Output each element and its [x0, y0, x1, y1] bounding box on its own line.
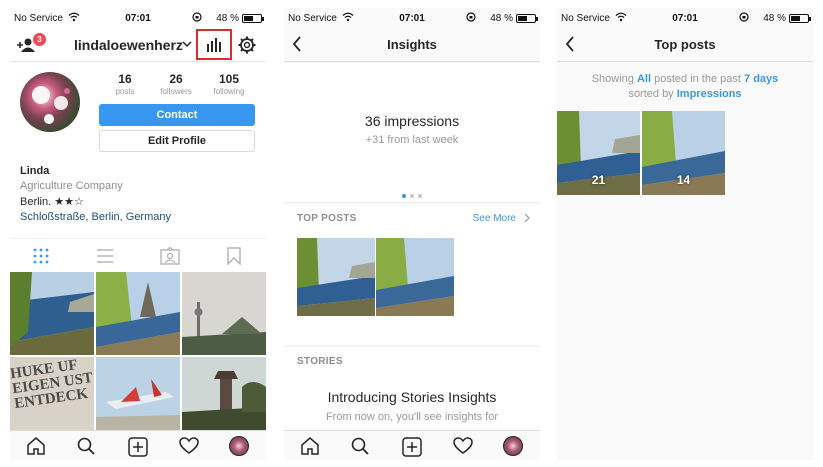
- profile-tab-avatar[interactable]: [229, 436, 249, 456]
- grid-post-4[interactable]: HUKE UF EIGEN UST ENTDECK: [10, 357, 94, 440]
- search-icon[interactable]: [351, 437, 369, 455]
- top-posts-section: TOP POSTS See More: [284, 204, 540, 346]
- battery-icon: [789, 14, 811, 23]
- period-link[interactable]: 7 days: [744, 73, 778, 85]
- heart-icon[interactable]: [453, 437, 473, 455]
- following-stat[interactable]: 105 following: [202, 72, 256, 96]
- filter-type-link[interactable]: All: [637, 73, 651, 85]
- bio-text: Berlin. ★★☆: [20, 196, 84, 208]
- following-count: 105: [218, 72, 240, 86]
- impressions-card[interactable]: 36 impressions +31 from last week: [284, 63, 540, 203]
- post-impressions-count: 14: [676, 173, 691, 187]
- chevron-right-icon[interactable]: [524, 213, 530, 223]
- battery-icon: [516, 14, 538, 23]
- posts-count: 16: [118, 72, 132, 86]
- top-posts-header: Top posts: [557, 28, 813, 62]
- tagged-icon[interactable]: [160, 247, 180, 265]
- grid-post-5[interactable]: [96, 357, 180, 440]
- heart-icon[interactable]: [179, 437, 199, 455]
- profile-avatar[interactable]: [20, 72, 80, 132]
- profile-tab-avatar[interactable]: [503, 436, 523, 456]
- profile-view-tabs: [10, 238, 266, 272]
- lock-rotation-icon: [466, 12, 476, 22]
- page-title: Insights: [387, 37, 437, 52]
- following-label: following: [213, 87, 245, 96]
- status-bar: No Service 07:01 48 %: [557, 8, 813, 28]
- bottom-nav: [10, 430, 266, 460]
- lock-rotation-icon: [192, 12, 202, 22]
- showing-prefix: Showing: [591, 73, 634, 85]
- posts-stat[interactable]: 16 posts: [98, 72, 152, 96]
- grid-post-1[interactable]: [10, 272, 94, 355]
- page-title: Top posts: [654, 37, 716, 52]
- followers-label: followers: [160, 87, 192, 96]
- home-icon[interactable]: [300, 437, 320, 455]
- search-icon[interactable]: [77, 437, 95, 455]
- battery-icon: [242, 14, 264, 23]
- followers-stat[interactable]: 26 followers: [149, 72, 203, 96]
- sorted-by-text: sorted by: [628, 88, 674, 100]
- impressions-value: 36 impressions: [364, 113, 460, 129]
- contact-button[interactable]: Contact: [99, 104, 255, 126]
- profile-screen: No Service 07:01 48 % 3 lindaloewenherz …: [10, 8, 266, 460]
- top-posts-heading: TOP POSTS: [297, 213, 357, 224]
- edit-profile-button[interactable]: Edit Profile: [99, 130, 255, 152]
- top-post-thumb-1[interactable]: [297, 238, 375, 316]
- bio-category: Agriculture Company: [20, 180, 123, 192]
- insights-screen: No Service 07:01 48 % Insights 36 impres…: [284, 8, 540, 460]
- bio-location-link[interactable]: Schloßstraße, Berlin, Germany: [20, 211, 171, 223]
- posts-label: posts: [115, 87, 135, 96]
- insights-button[interactable]: [196, 29, 232, 60]
- stories-body: From now on, you'll see insights for: [325, 411, 499, 423]
- stories-title: Introducing Stories Insights: [327, 389, 497, 405]
- bio-name: Linda: [20, 165, 50, 177]
- top-post-2[interactable]: 14: [642, 111, 725, 195]
- status-bar: No Service 07:01 48 %: [284, 8, 540, 28]
- filter-summary: Showing All posted in the past 7 days so…: [557, 72, 813, 102]
- friend-request-badge: 3: [33, 33, 46, 46]
- impressions-change: +31 from last week: [365, 134, 459, 146]
- followers-count: 26: [169, 72, 183, 86]
- battery-percent: 48 %: [763, 13, 786, 24]
- grid-icon[interactable]: [32, 247, 52, 265]
- profile-header: 3 lindaloewenherz: [10, 28, 266, 62]
- list-icon[interactable]: [96, 247, 116, 265]
- top-posts-screen: No Service 07:01 48 % Top posts Showing …: [557, 8, 813, 460]
- add-post-icon[interactable]: [402, 437, 422, 457]
- carousel-dots[interactable]: [284, 185, 540, 203]
- battery-percent: 48 %: [216, 13, 239, 24]
- top-post-1[interactable]: 21: [557, 111, 640, 195]
- insights-header: Insights: [284, 28, 540, 62]
- profile-username[interactable]: lindaloewenherz: [74, 37, 183, 53]
- battery-percent: 48 %: [490, 13, 513, 24]
- grid-post-6[interactable]: [182, 357, 266, 440]
- sort-field-link[interactable]: Impressions: [677, 88, 742, 100]
- bottom-nav: [284, 430, 540, 460]
- post-impressions-count: 21: [591, 173, 606, 187]
- gear-icon[interactable]: [238, 36, 256, 54]
- grid-post-3[interactable]: [182, 272, 266, 355]
- posts-grid: HUKE UF EIGEN UST ENTDECK: [10, 272, 266, 437]
- home-icon[interactable]: [26, 437, 46, 455]
- posted-in-text: posted in the past: [654, 73, 741, 85]
- add-post-icon[interactable]: [128, 437, 148, 457]
- lock-rotation-icon: [739, 12, 749, 22]
- top-post-thumb-2[interactable]: [376, 238, 454, 316]
- bookmark-icon[interactable]: [226, 247, 246, 265]
- grid-post-2[interactable]: [96, 272, 180, 355]
- status-bar: No Service 07:01 48 %: [10, 8, 266, 28]
- see-more-link[interactable]: See More: [473, 213, 516, 224]
- stories-heading: STORIES: [297, 356, 343, 367]
- chevron-down-icon[interactable]: [182, 41, 192, 48]
